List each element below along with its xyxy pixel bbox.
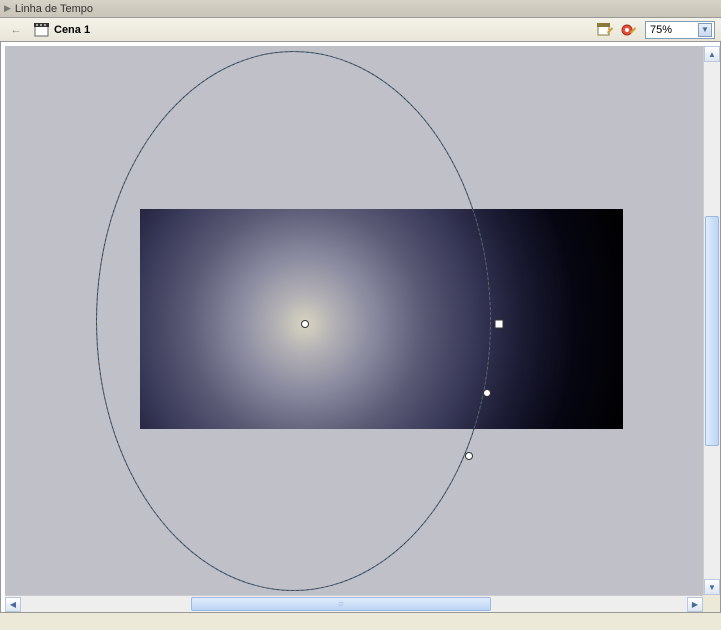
edit-symbol-button[interactable] (619, 21, 639, 39)
vertical-scroll-thumb[interactable] (705, 216, 719, 446)
grip-icon: ≡ (338, 599, 343, 609)
zoom-dropdown[interactable]: 75% ▼ (645, 21, 715, 39)
vertical-scrollbar[interactable]: ▲ ▼ (703, 46, 720, 595)
scroll-left-button[interactable]: ◀ (5, 597, 21, 612)
ellipse-anchor-handle[interactable] (465, 452, 473, 460)
chevron-up-icon: ▲ (708, 50, 716, 59)
zoom-value: 75% (650, 24, 672, 36)
scene-label[interactable]: Cena 1 (54, 24, 90, 36)
gradient-edge-handle[interactable] (495, 320, 504, 329)
chevron-down-icon: ▼ (708, 583, 716, 592)
gradient-rectangle[interactable] (140, 209, 623, 429)
scene-toolbar: ← Cena 1 75% ▼ (0, 18, 721, 42)
timeline-panel-header[interactable]: ▶ Linha de Tempo (0, 0, 721, 18)
scroll-down-button[interactable]: ▼ (704, 579, 720, 595)
dropdown-icon: ▼ (698, 23, 712, 37)
scene-icon (34, 23, 50, 37)
edit-scene-button[interactable] (595, 21, 615, 39)
scroll-right-button[interactable]: ▶ (687, 597, 703, 612)
back-arrow-icon: ← (11, 24, 22, 36)
horizontal-scrollbar[interactable]: ◀ ≡ ▶ (5, 595, 703, 612)
chevron-right-icon: ▶ (692, 600, 698, 609)
gradient-rotate-handle[interactable] (483, 389, 491, 397)
panel-title: Linha de Tempo (15, 3, 93, 15)
workspace: ▲ ▼ ◀ ≡ ▶ (0, 42, 721, 613)
panel-collapse-icon: ▶ (4, 3, 11, 14)
chevron-left-icon: ◀ (10, 600, 16, 609)
horizontal-scroll-thumb[interactable]: ≡ (191, 597, 491, 611)
stage-canvas[interactable] (5, 46, 703, 595)
scroll-up-button[interactable]: ▲ (704, 46, 720, 62)
back-button[interactable]: ← (6, 21, 26, 39)
scrollbar-corner (703, 595, 720, 612)
gradient-center-handle[interactable] (301, 320, 309, 328)
